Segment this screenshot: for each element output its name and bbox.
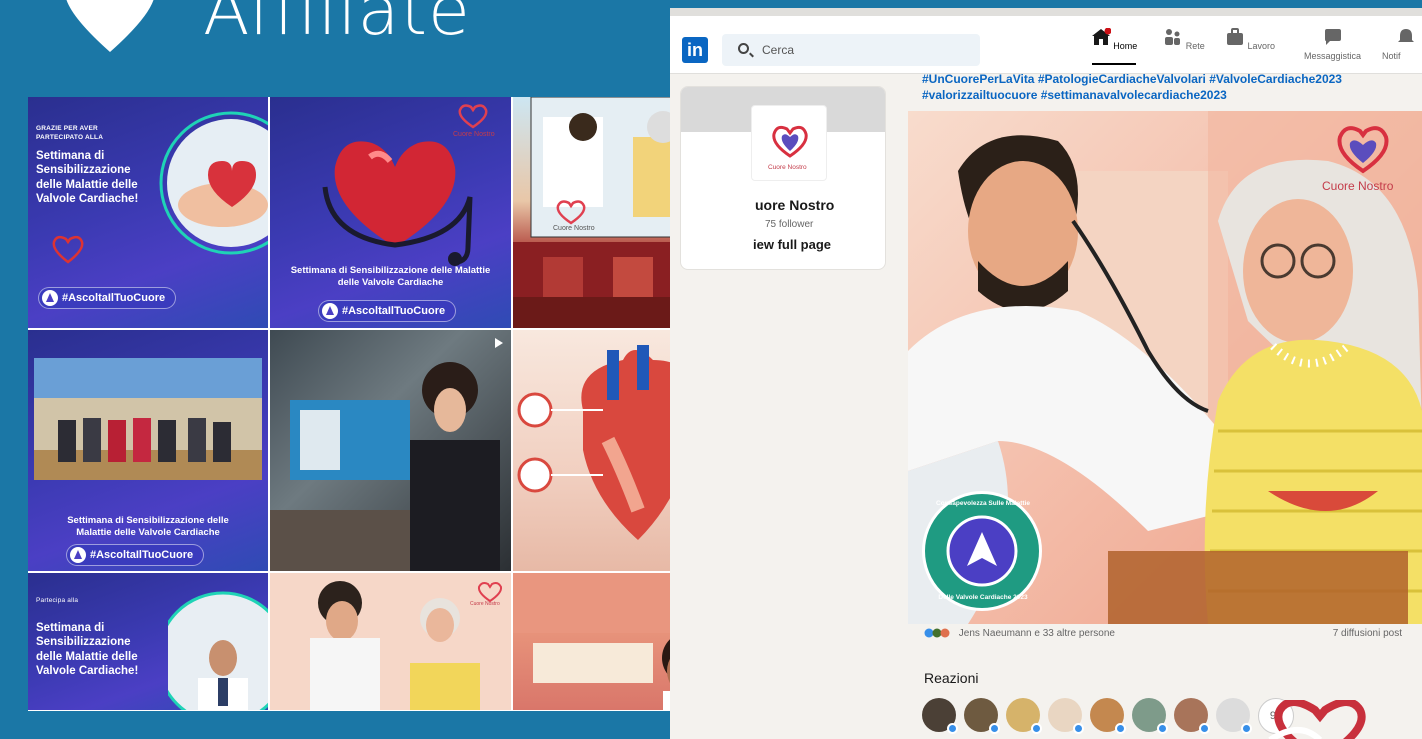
search-input[interactable]: Cerca xyxy=(722,34,980,66)
post-image[interactable]: Cuore Nostro Consapevolezza Sulle Malatt… xyxy=(908,111,1422,624)
linkedin-window: in Cerca Home Rete Lavoro Messaggistica … xyxy=(670,8,1422,739)
browser-top-strip xyxy=(670,8,1422,16)
cuore-nostro-logo-icon xyxy=(1337,126,1389,174)
avatar[interactable] xyxy=(1216,698,1252,734)
nav-label: Notif xyxy=(1382,51,1401,61)
search-icon xyxy=(738,43,749,54)
hashtag-label: #AscoltaIlTuoCuore xyxy=(342,305,446,317)
nav-notifications[interactable]: Notif xyxy=(1382,28,1422,61)
company-name[interactable]: uore Nostro xyxy=(755,197,834,213)
network-icon xyxy=(1165,29,1181,45)
logo-text: Cuore Nostro xyxy=(1322,179,1394,193)
collage-tile-stethoscope-heart[interactable]: Cuore Nostro Settimana di Sensibilizzazi… xyxy=(270,97,511,328)
badge-text-bottom: Delle Valvole Cardiache 2023 xyxy=(938,594,1028,601)
tile-caption: GRAZIE PER AVER PARTECIPATO ALLA xyxy=(36,125,104,141)
nav-label: Lavoro xyxy=(1247,41,1276,51)
tile-caption: Partecipa alla xyxy=(36,597,79,604)
tile-title: Settimana di Sensibilizzazione delle Mal… xyxy=(67,515,229,539)
awareness-badge: Consapevolezza Sulle Malattie Delle Valv… xyxy=(922,491,1042,611)
hashtag-label: #AscoltaIlTuoCuore xyxy=(62,292,166,304)
nav-network[interactable]: Rete xyxy=(1154,28,1214,51)
hashtag-label: #AscoltaIlTuoCuore xyxy=(90,549,194,561)
tile-title: Settimana di Sensibilizzazione delle Mal… xyxy=(36,150,139,206)
reactions-summary[interactable]: Jens Naeumann e 33 altre persone xyxy=(924,628,1115,639)
company-logo: Cuore Nostro xyxy=(751,105,827,181)
reactions-text: Jens Naeumann e 33 altre persone xyxy=(958,628,1115,639)
nav-jobs[interactable]: Lavoro xyxy=(1220,28,1280,51)
nav-home[interactable]: Home xyxy=(1084,27,1144,65)
collage-tile-doctor-illustration[interactable]: Cuore Nostro xyxy=(270,573,511,710)
company-page-card[interactable]: Cuore Nostro uore Nostro 75 follower iew… xyxy=(680,86,886,270)
active-underline xyxy=(1092,63,1136,65)
play-video-icon[interactable] xyxy=(495,338,503,348)
bell-icon xyxy=(1398,29,1414,42)
hands-heart-image xyxy=(159,111,268,255)
linkedin-logo-icon[interactable]: in xyxy=(682,37,708,63)
corner-heart-logo-icon xyxy=(1268,700,1366,739)
avatar[interactable] xyxy=(1132,698,1168,734)
image-collage: GRAZIE PER AVER PARTECIPATO ALLA Settima… xyxy=(28,97,750,711)
heart-stethoscope-image xyxy=(322,141,473,266)
hashtag-pill: #AscoltaIlTuoCuore xyxy=(66,544,205,566)
collage-tile-panel-photo[interactable]: Settimana di Sensibilizzazione delle Mal… xyxy=(28,330,268,571)
doctor-photo-image xyxy=(168,591,268,710)
hashtag-pill: #AscoltaIlTuoCuore xyxy=(318,300,457,322)
triangle-badge-icon xyxy=(70,547,86,563)
nav-messaging[interactable]: Messaggistica xyxy=(1295,28,1370,61)
logo-text: Cuore Nostro xyxy=(768,164,807,171)
reaction-icons-icon xyxy=(924,628,950,638)
logo-text: Cuore Nostro xyxy=(470,601,500,607)
view-full-page-link[interactable]: iew full page xyxy=(753,237,831,252)
cuore-nostro-logo-icon xyxy=(52,235,84,264)
avatar[interactable] xyxy=(1048,698,1084,734)
awareness-badge-icon xyxy=(946,515,1018,587)
tile-title: Settimana di Sensibilizzazione delle Mal… xyxy=(290,265,491,289)
linkedin-header: in Cerca Home Rete Lavoro Messaggistica … xyxy=(670,16,1422,74)
home-icon xyxy=(1091,27,1112,45)
nav-label: Rete xyxy=(1185,41,1205,51)
reactions-heading: Reazioni xyxy=(924,670,979,686)
collage-tile-participate[interactable]: Partecipa alla Settimana di Sensibilizza… xyxy=(28,573,268,710)
tile-title: Settimana di Sensibilizzazione delle Mal… xyxy=(36,622,139,678)
logo-text: Cuore Nostro xyxy=(553,225,595,232)
nav-label: Messaggistica xyxy=(1303,51,1362,61)
avatar[interactable] xyxy=(964,698,1000,734)
badge-text-top: Consapevolezza Sulle Malattie xyxy=(936,500,1030,507)
panel-photo-image xyxy=(34,358,262,480)
reposts-count[interactable]: 7 diffusioni post xyxy=(1333,628,1402,639)
avatar[interactable] xyxy=(922,698,958,734)
avatar[interactable] xyxy=(1174,698,1210,734)
follower-count: 75 follower xyxy=(765,219,814,230)
post-hashtags[interactable]: #UnCuorePerLaVita #PatologieCardiacheVal… xyxy=(922,72,1412,103)
reactor-avatars: 96 xyxy=(922,698,1294,734)
triangle-badge-icon xyxy=(42,290,58,306)
avatar[interactable] xyxy=(1090,698,1126,734)
collage-tile-speaker-video[interactable] xyxy=(270,330,511,571)
nav-label: Home xyxy=(1113,41,1138,51)
speaker-video-image xyxy=(270,362,500,571)
heart-logo-icon xyxy=(66,0,154,52)
cuore-nostro-logo-icon xyxy=(556,200,586,225)
search-placeholder: Cerca xyxy=(762,43,795,57)
avatar[interactable] xyxy=(1006,698,1042,734)
hashtag-pill: #AscoltaIlTuoCuore xyxy=(38,287,177,309)
briefcase-icon xyxy=(1226,28,1243,45)
banner-title: Affiliate xyxy=(203,0,471,51)
message-icon xyxy=(1324,29,1341,45)
collage-tile-thanks[interactable]: GRAZIE PER AVER PARTECIPATO ALLA Settima… xyxy=(28,97,268,328)
triangle-badge-icon xyxy=(322,303,338,319)
